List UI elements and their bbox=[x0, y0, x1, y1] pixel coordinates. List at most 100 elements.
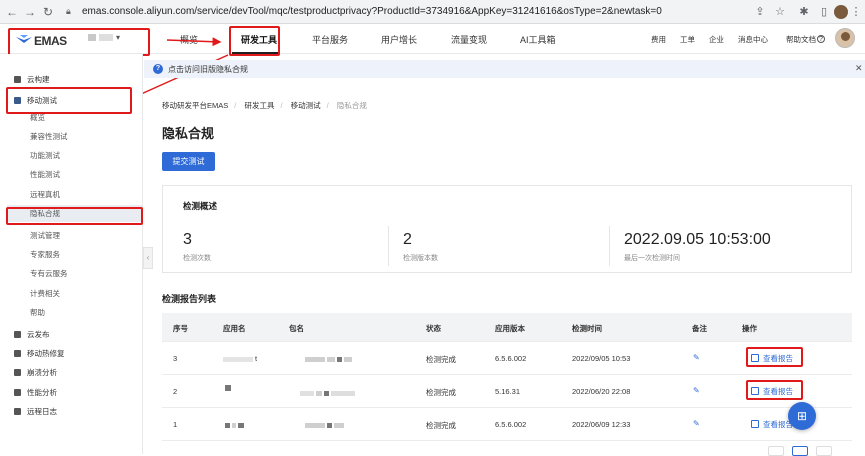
cell-status: 检测完成 bbox=[426, 388, 456, 397]
stat-value-last-time: 2022.09.05 10:53:00 bbox=[624, 231, 771, 248]
cell-index: 3 bbox=[173, 354, 178, 363]
redacted-text bbox=[232, 422, 236, 428]
sidebar-item[interactable]: 崩溃分析 bbox=[0, 364, 143, 381]
redacted-text bbox=[238, 422, 244, 428]
submit-test-button[interactable]: 提交测试 bbox=[162, 152, 215, 171]
sidebar-item[interactable]: 测试管理 bbox=[0, 227, 143, 244]
highlight-box-report bbox=[746, 347, 803, 367]
edit-icon[interactable]: ✎ bbox=[693, 419, 700, 428]
sidebar-group-icon bbox=[14, 389, 21, 396]
highlight-box-privacy bbox=[6, 207, 143, 225]
breadcrumb-separator: / bbox=[280, 101, 283, 110]
pagination-prev[interactable] bbox=[768, 446, 784, 456]
cell-index: 1 bbox=[173, 420, 178, 429]
highlight-box-mobile-test bbox=[6, 87, 132, 114]
pagination-next[interactable] bbox=[816, 446, 832, 456]
row-divider bbox=[162, 341, 852, 342]
sidebar-group-icon bbox=[14, 350, 21, 357]
redacted-text bbox=[331, 390, 355, 396]
sidebar-item-label: 远程日志 bbox=[27, 407, 57, 416]
view-report-link[interactable]: 查看报告 bbox=[751, 419, 793, 430]
pagination-current[interactable] bbox=[792, 446, 808, 456]
row-divider bbox=[162, 374, 852, 375]
sidebar-item[interactable]: 性能测试 bbox=[0, 166, 143, 183]
notice-link[interactable]: 点击访问旧版隐私合规 bbox=[168, 64, 248, 75]
sidebar-group-icon bbox=[14, 369, 21, 376]
sidebar-item-label: 云构建 bbox=[27, 75, 50, 84]
breadcrumb-separator: / bbox=[234, 101, 237, 110]
close-icon[interactable]: ✕ bbox=[855, 63, 863, 74]
sidebar-item[interactable]: 帮助 bbox=[0, 304, 143, 321]
apps-grid-icon[interactable]: ⊞ bbox=[788, 402, 816, 430]
edit-icon[interactable]: ✎ bbox=[693, 386, 700, 395]
cell-status: 检测完成 bbox=[426, 421, 456, 430]
cell-version: 6.5.6.002 bbox=[495, 354, 527, 363]
cell-status: 检测完成 bbox=[426, 355, 456, 364]
column-header: 应用版本 bbox=[495, 324, 525, 333]
stat-value-versions: 2 bbox=[403, 231, 412, 248]
sidebar-group-icon bbox=[14, 408, 21, 415]
cell-time: 2022/09/05 10:53 bbox=[572, 354, 631, 363]
sidebar-collapse-button[interactable]: ‹ bbox=[143, 247, 153, 269]
redacted-text bbox=[324, 390, 329, 396]
cell-index: 2 bbox=[173, 387, 178, 396]
column-header: 操作 bbox=[742, 324, 757, 333]
breadcrumb-item[interactable]: 移动研发平台EMAS bbox=[162, 101, 228, 110]
breadcrumb: 移动研发平台EMAS / 研发工具 / 移动测试 / 隐私合规 bbox=[162, 100, 373, 111]
redacted-text bbox=[327, 422, 332, 428]
overview-title: 检测概述 bbox=[183, 201, 218, 211]
column-header: 序号 bbox=[173, 324, 188, 333]
overview-card bbox=[162, 185, 852, 273]
breadcrumb-item[interactable]: 移动测试 bbox=[291, 101, 321, 110]
sidebar-item[interactable]: 远程真机 bbox=[0, 186, 143, 203]
cell-app-name: t bbox=[223, 354, 257, 363]
redacted-text bbox=[300, 390, 314, 396]
sidebar-item-label: 远程真机 bbox=[30, 190, 60, 199]
sidebar-item[interactable]: 专有云服务 bbox=[0, 265, 143, 282]
stat-label-count: 检测次数 bbox=[183, 255, 211, 262]
stat-label-last-time: 最后一次检测时间 bbox=[624, 255, 680, 262]
sidebar-item-label: 专有云服务 bbox=[30, 269, 68, 278]
sidebar-item[interactable]: 云发布 bbox=[0, 326, 143, 343]
sidebar-item[interactable]: 功能测试 bbox=[0, 147, 143, 164]
sidebar-group-icon bbox=[14, 76, 21, 83]
app-name-suffix: t bbox=[255, 354, 258, 363]
notice-bar bbox=[144, 60, 865, 78]
edit-icon[interactable]: ✎ bbox=[693, 353, 700, 362]
sidebar-item-label: 功能测试 bbox=[30, 151, 60, 160]
column-header: 备注 bbox=[692, 324, 707, 333]
redacted-text bbox=[316, 390, 322, 396]
cell-package bbox=[300, 388, 357, 397]
sidebar-item-label: 性能测试 bbox=[30, 170, 60, 179]
sidebar-item-label: 帮助 bbox=[30, 308, 45, 317]
question-icon: ? bbox=[153, 64, 163, 74]
redacted-text bbox=[327, 356, 335, 362]
column-header: 检测时间 bbox=[572, 324, 602, 333]
redacted-text bbox=[344, 356, 352, 362]
redacted-text bbox=[334, 422, 344, 428]
sidebar-item-label: 性能分析 bbox=[27, 388, 57, 397]
breadcrumb-current: 隐私合规 bbox=[336, 101, 367, 110]
page-title: 隐私合规 bbox=[162, 126, 215, 141]
cell-time: 2022/06/09 12:33 bbox=[572, 420, 631, 429]
sidebar-item-label: 计费相关 bbox=[30, 289, 60, 298]
breadcrumb-item[interactable]: 研发工具 bbox=[244, 101, 274, 110]
column-header: 应用名 bbox=[223, 324, 246, 333]
sidebar-item[interactable]: 远程日志 bbox=[0, 403, 143, 420]
redacted-text bbox=[305, 356, 325, 362]
redacted-text bbox=[305, 422, 325, 428]
sidebar-item[interactable]: 兼容性测试 bbox=[0, 128, 143, 145]
sidebar-item[interactable]: 云构建 bbox=[0, 71, 143, 88]
sidebar-group-icon bbox=[14, 331, 21, 338]
sidebar-item-label: 专家服务 bbox=[30, 250, 60, 259]
sidebar-item[interactable]: 移动热修复 bbox=[0, 345, 143, 362]
sidebar-item[interactable]: 性能分析 bbox=[0, 384, 143, 401]
sidebar-item[interactable]: 计费相关 bbox=[0, 285, 143, 302]
column-header: 状态 bbox=[426, 324, 441, 333]
row-divider bbox=[162, 440, 852, 441]
cell-package bbox=[305, 420, 346, 429]
cell-version: 6.5.6.002 bbox=[495, 420, 527, 429]
sidebar-item[interactable]: 专家服务 bbox=[0, 246, 143, 263]
stat-value-count: 3 bbox=[183, 231, 192, 248]
cell-app-name bbox=[225, 383, 233, 392]
